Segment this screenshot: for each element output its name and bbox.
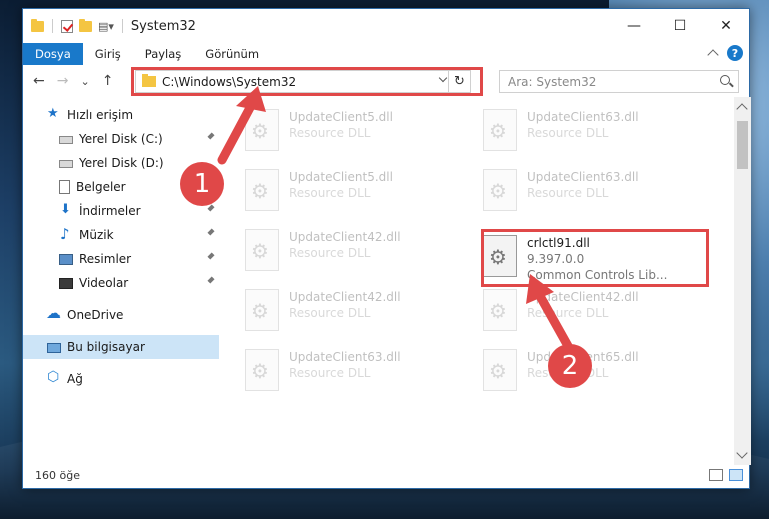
step-1-badge: 1	[180, 162, 224, 206]
step-2-badge: 2	[548, 344, 592, 388]
arrow-1-shaft	[217, 99, 257, 165]
arrow-1-head	[236, 86, 266, 112]
annotation-arrows	[217, 86, 573, 351]
arrow-2-shaft	[535, 291, 573, 351]
